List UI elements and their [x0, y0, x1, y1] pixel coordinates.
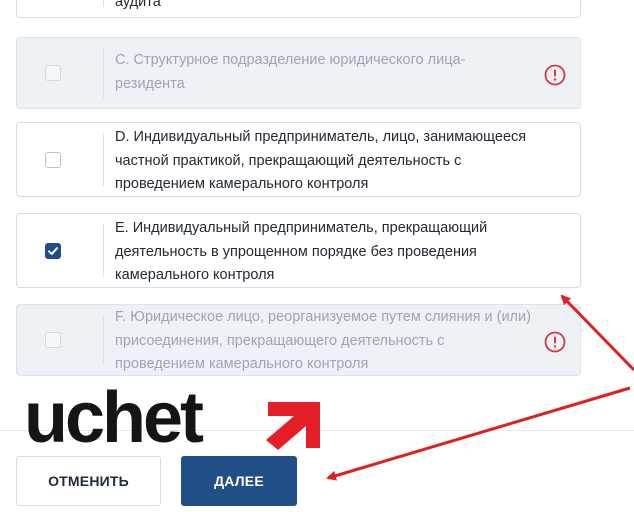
option-d-line-2: частной практикой, прекращающий деятельн…	[115, 152, 462, 169]
option-f-text: F. Юридическое лицо, реорганизуемое путе…	[115, 306, 560, 377]
option-e-line-2: деятельность в упрощенном порядке без пр…	[115, 243, 477, 260]
card-separator	[103, 0, 104, 7]
exclamation-circle-icon[interactable]	[544, 64, 566, 86]
card-separator	[103, 133, 104, 186]
option-prev-text: аудита	[115, 0, 524, 15]
uchet-logo: uchet	[24, 388, 320, 450]
option-e-checkbox[interactable]	[45, 242, 61, 259]
option-d-checkbox-wrap[interactable]	[17, 123, 89, 196]
card-separator	[103, 315, 104, 365]
option-c-line-2: резидента	[115, 75, 185, 92]
cancel-button[interactable]: ОТМЕНИТЬ	[16, 456, 161, 506]
card-separator	[103, 48, 104, 98]
option-f-checkbox-wrap	[17, 305, 89, 375]
next-button[interactable]: ДАЛЕЕ	[181, 456, 297, 506]
option-c-checkbox	[45, 65, 61, 81]
option-d-line-3: проведением камерального контроля	[115, 176, 369, 192]
option-d-checkbox[interactable]	[45, 151, 61, 168]
option-e-checkbox-wrap[interactable]	[17, 214, 89, 287]
diagonal-arrow-icon	[266, 402, 320, 450]
option-f-line-3: проведением камерального контроля	[115, 356, 369, 372]
option-e-text: E. Индивидуальный предприниматель, прекр…	[115, 217, 570, 288]
option-card-e[interactable]: E. Индивидуальный предприниматель, прекр…	[16, 213, 581, 288]
annotation-arrow-to-next-button	[326, 386, 631, 481]
option-c-line-1: C. Структурное подразделение юридическог…	[115, 52, 466, 68]
option-e-line-3: камерального контроля	[115, 267, 275, 283]
uchet-logo-text: uchet	[24, 388, 204, 450]
option-card-f: F. Юридическое лицо, реорганизуемое путе…	[16, 304, 581, 376]
option-card-c: C. Структурное подразделение юридическог…	[16, 37, 581, 109]
option-d-text: D. Индивидуальный предприниматель, лицо,…	[115, 126, 570, 197]
option-d-line-1: D. Индивидуальный предприниматель, лицо,…	[115, 129, 527, 145]
option-e-line-1: E. Индивидуальный предприниматель, прекр…	[115, 220, 488, 236]
option-card-prev[interactable]: аудита	[16, 0, 581, 18]
option-f-line-1: F. Юридическое лицо, реорганизуемое путе…	[115, 309, 531, 325]
exclamation-circle-icon[interactable]	[544, 331, 566, 353]
option-f-line-2: присоединения, прекращающего деятельност…	[115, 332, 445, 349]
option-c-text: C. Структурное подразделение юридическог…	[115, 49, 524, 96]
option-c-checkbox-wrap	[17, 38, 89, 108]
option-f-checkbox	[45, 332, 61, 348]
option-prev-line-1: аудита	[115, 0, 161, 10]
option-card-d[interactable]: D. Индивидуальный предприниматель, лицо,…	[16, 122, 581, 197]
checkmark-icon	[48, 246, 58, 255]
card-separator	[103, 224, 104, 277]
